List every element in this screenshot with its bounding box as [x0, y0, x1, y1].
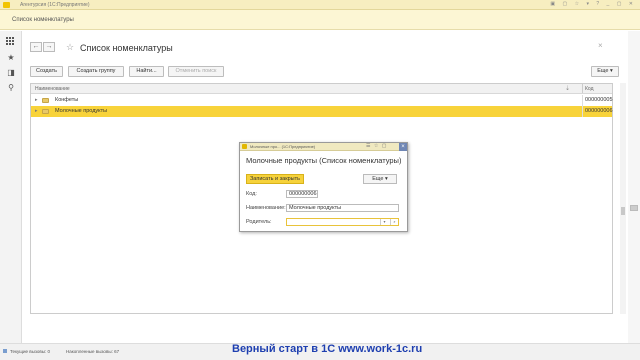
group-edit-dialog: Молочные про... (1С:Предприятие) ☰ ☆ ▢ ×…: [239, 142, 408, 232]
column-divider: [582, 106, 583, 117]
parent-field[interactable]: ▾ ⌕: [286, 218, 399, 226]
app-logo: [3, 2, 10, 8]
back-button[interactable]: ←: [30, 42, 42, 52]
app-title-bar: Агентурсия (1С:Предприятие) ▣ ▢ ☆ ▾ ? _ …: [0, 0, 640, 10]
dialog-app-logo: [242, 144, 247, 149]
dialog-heading: Молочные продукты (Список номенклатуры): [246, 156, 402, 165]
dialog-more-label: Еще: [372, 176, 384, 182]
table-header: Наименование ⇣ Код: [31, 84, 612, 94]
cancel-search-button[interactable]: Отменить поиск: [168, 66, 224, 77]
more-button[interactable]: Еще ▾: [591, 66, 619, 77]
dialog-window-controls[interactable]: ☰ ☆ ▢: [366, 143, 387, 149]
window-scrollbar[interactable]: [628, 31, 640, 343]
expand-icon[interactable]: ▸: [35, 97, 38, 103]
folder-icon: [42, 109, 49, 114]
table-scrollbar-thumb[interactable]: [621, 207, 625, 215]
command-bar: Создать Создать группу Найти... Отменить…: [30, 66, 620, 78]
open-icon[interactable]: ⌕: [390, 219, 398, 225]
window-scrollbar-thumb[interactable]: [630, 205, 638, 211]
code-field[interactable]: 000000006: [286, 190, 318, 198]
watermark-caption: Верный старт в 1С www.work-1c.ru: [232, 343, 423, 355]
column-header-name[interactable]: Наименование: [35, 86, 70, 92]
name-field[interactable]: Молочные продукты: [286, 204, 399, 212]
more-label: Еще: [597, 68, 609, 74]
form-close-button[interactable]: ×: [598, 41, 603, 50]
tools-panel: ★ ◨ ⚲: [0, 31, 22, 343]
create-button[interactable]: Создать: [30, 66, 63, 77]
dialog-window-title: Молочные про... (1С:Предприятие): [250, 144, 316, 149]
folder-icon: [42, 98, 49, 103]
grid-menu-icon[interactable]: [6, 37, 16, 47]
forward-button[interactable]: →: [43, 42, 55, 52]
row-name: Молочные продукты: [55, 108, 108, 114]
table-row-selected[interactable]: ▸ Молочные продукты 000000006: [31, 106, 613, 117]
dialog-close-icon[interactable]: ×: [399, 143, 407, 151]
dropdown-icon[interactable]: ▾: [380, 219, 388, 225]
create-group-button[interactable]: Создать группу: [68, 66, 124, 77]
chevron-down-icon: ▾: [609, 68, 613, 74]
column-divider: [582, 95, 583, 106]
column-divider: [582, 84, 583, 93]
section-title: Список номенклатуры: [12, 17, 74, 23]
row-code: 000000006: [585, 108, 613, 114]
calls-icon: [3, 349, 7, 353]
row-code: 000000005: [585, 97, 613, 103]
star-icon[interactable]: ☆: [66, 42, 74, 52]
current-calls: Текущие вызовы: 0: [10, 349, 51, 354]
sort-icon: ⇣: [565, 86, 571, 92]
search-icon[interactable]: ⚲: [6, 83, 16, 93]
dialog-more-button[interactable]: Еще ▾: [363, 174, 397, 184]
parent-label: Родитель:: [246, 219, 272, 225]
code-label: Код:: [246, 191, 257, 197]
table-row[interactable]: ▸ Конфеты 000000005: [31, 95, 613, 106]
find-button[interactable]: Найти...: [129, 66, 164, 77]
window-controls[interactable]: ▣ ▢ ☆ ▾ ? _ ▢ ✕: [550, 1, 636, 7]
chevron-down-icon: ▾: [384, 176, 388, 182]
expand-icon[interactable]: ▸: [35, 108, 38, 114]
save-and-close-button[interactable]: Записать и закрыть: [246, 174, 304, 184]
app-title: Агентурсия (1С:Предприятие): [20, 2, 90, 8]
accumulated-calls: Накопленные вызовы: 67: [66, 349, 120, 354]
name-label: Наименование:: [246, 205, 286, 211]
history-icon[interactable]: ◨: [6, 68, 16, 78]
table-scrollbar[interactable]: [620, 83, 626, 314]
favorites-icon[interactable]: ★: [6, 53, 16, 63]
column-header-code[interactable]: Код: [585, 86, 594, 92]
section-panel: Список номенклатуры: [0, 10, 640, 30]
form-title: Список номенклатуры: [80, 43, 173, 53]
row-name: Конфеты: [55, 97, 79, 103]
dialog-title-bar: Молочные про... (1С:Предприятие) ☰ ☆ ▢ ×: [240, 143, 407, 151]
